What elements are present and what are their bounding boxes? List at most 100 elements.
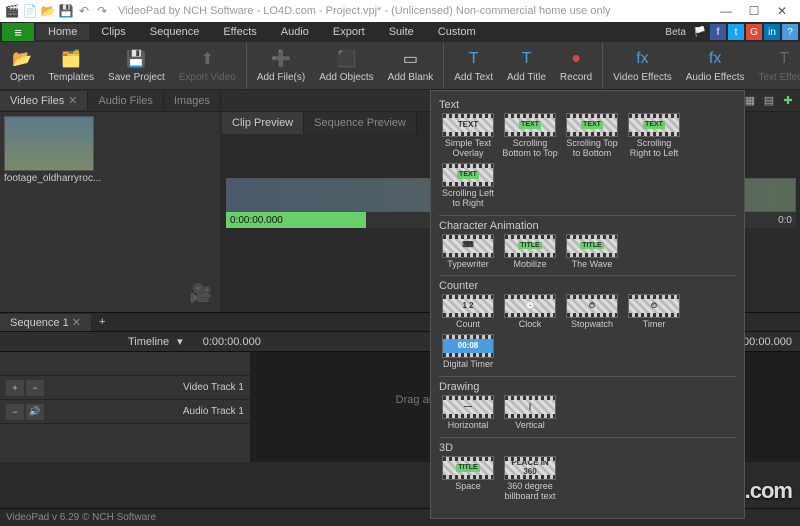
templates-icon: 🗂️ — [60, 48, 82, 70]
clip-thumbnail-label: footage_oldharryroc... — [4, 173, 216, 184]
clip-thumbnail[interactable] — [4, 116, 94, 171]
tab-clips[interactable]: Clips — [89, 24, 137, 40]
export-video-button[interactable]: ⬆Export Video — [173, 44, 242, 87]
dd-digital-timer[interactable]: 00:08Digital Timer — [439, 334, 497, 370]
fx-audio-icon: fx — [704, 48, 726, 70]
tab-home[interactable]: Home — [36, 24, 89, 40]
record-icon: ● — [565, 48, 587, 70]
remove-track-icon[interactable]: − — [26, 380, 44, 396]
text-icon: T — [463, 48, 485, 70]
timeline-label: Timeline — [128, 336, 169, 348]
audio-effects-button[interactable]: fxAudio Effects — [680, 44, 751, 87]
mute-icon[interactable]: − — [6, 404, 24, 420]
add-track-icon[interactable]: + — [6, 380, 24, 396]
twitter-icon[interactable]: t — [728, 24, 744, 40]
close-tab-icon[interactable]: ✕ — [68, 94, 77, 107]
open-button[interactable]: 📂Open — [4, 44, 40, 87]
timeline-dropdown-icon[interactable]: ▾ — [177, 335, 183, 348]
sequence-preview-tab[interactable]: Sequence Preview — [304, 112, 417, 134]
fx-text-icon: T — [773, 48, 795, 70]
dd-simple-text-overlay[interactable]: TEXTSimple Text Overlay — [439, 113, 497, 159]
tab-suite[interactable]: Suite — [377, 24, 426, 40]
dd-space[interactable]: TITLESpace — [439, 456, 497, 502]
dd-section-drawing: Drawing — [439, 381, 736, 393]
camera-icon: 🎥 — [190, 283, 212, 304]
dd-clock[interactable]: 🕒Clock — [501, 294, 559, 330]
linkedin-icon[interactable]: in — [764, 24, 780, 40]
tab-effects[interactable]: Effects — [211, 24, 268, 40]
dd-360-billboard[interactable]: PLACE IN 360360 degree billboard text — [501, 456, 559, 502]
dd-scroll-bottom-top[interactable]: TEXTScrolling Bottom to Top — [501, 113, 559, 159]
export-icon: ⬆ — [196, 48, 218, 70]
clip-preview-tab[interactable]: Clip Preview — [222, 112, 304, 134]
tab-export[interactable]: Export — [321, 24, 377, 40]
blank-icon: ▭ — [399, 48, 421, 70]
add-text-button[interactable]: TAdd Text — [448, 44, 499, 87]
sequence-1-tab[interactable]: Sequence 1 ✕ — [0, 314, 91, 331]
ribbon-toolbar: 📂Open 🗂️Templates 💾Save Project ⬆Export … — [0, 42, 800, 90]
audio-track-1-header[interactable]: −🔊 Audio Track 1 — [0, 400, 250, 424]
tab-custom[interactable]: Custom — [426, 24, 488, 40]
app-icon: 🎬 — [4, 3, 20, 19]
track-headers: +− Video Track 1 −🔊 Audio Track 1 — [0, 352, 250, 462]
add-sequence-button[interactable]: + — [91, 314, 113, 330]
dd-count[interactable]: 1 2Count — [439, 294, 497, 330]
timeline-timestamp: 0:00:00.000 — [203, 336, 261, 348]
video-effects-button[interactable]: fxVideo Effects — [607, 44, 678, 87]
dd-scroll-left-right[interactable]: TEXTScrolling Left to Right — [439, 163, 497, 209]
open-icon[interactable]: 📂 — [40, 3, 56, 19]
close-button[interactable]: ✕ — [768, 0, 796, 22]
dd-typewriter[interactable]: ⌨Typewriter — [439, 234, 497, 270]
beta-label: Beta — [665, 24, 690, 40]
add-objects-button[interactable]: ⬛Add Objects — [313, 44, 379, 87]
menu-bar: ≡ Home Clips Sequence Effects Audio Expo… — [0, 22, 800, 42]
add-files-button[interactable]: ➕Add File(s) — [251, 44, 311, 87]
dd-stopwatch[interactable]: ⏱Stopwatch — [563, 294, 621, 330]
dd-horizontal[interactable]: —Horizontal — [439, 395, 497, 431]
googleplus-icon[interactable]: G — [746, 24, 762, 40]
add-file-icon: ➕ — [270, 48, 292, 70]
ribbon-tabs: Home Clips Sequence Effects Audio Export… — [36, 24, 488, 40]
shapes-icon: ⬛ — [335, 48, 357, 70]
templates-button[interactable]: 🗂️Templates — [42, 44, 100, 87]
save-icon[interactable]: 💾 — [58, 3, 74, 19]
main-menu-button[interactable]: ≡ — [2, 23, 34, 41]
add-text-dropdown: Text TEXTSimple Text Overlay TEXTScrolli… — [430, 90, 745, 519]
redo-icon[interactable]: ↷ — [94, 3, 110, 19]
audio-files-tab[interactable]: Audio Files — [88, 92, 163, 110]
video-files-tab[interactable]: Video Files✕ — [0, 91, 88, 110]
status-text: VideoPad v 6.29 © NCH Software — [6, 512, 156, 523]
dd-the-wave[interactable]: TITLEThe Wave — [563, 234, 621, 270]
video-track-1-header[interactable]: +− Video Track 1 — [0, 376, 250, 400]
images-tab[interactable]: Images — [164, 92, 221, 110]
add-title-button[interactable]: TAdd Title — [501, 44, 552, 87]
record-button[interactable]: ●Record — [554, 44, 598, 87]
scrub-end: 0:0 — [778, 215, 792, 226]
facebook-icon[interactable]: f — [710, 24, 726, 40]
dd-timer[interactable]: ⏲Timer — [625, 294, 683, 330]
save-project-button[interactable]: 💾Save Project — [102, 44, 171, 87]
tab-sequence[interactable]: Sequence — [138, 24, 212, 40]
spacer-row — [0, 352, 250, 376]
text-effects-button[interactable]: TText Effects — [752, 44, 800, 87]
folder-open-icon: 📂 — [11, 48, 33, 70]
dd-mobilize[interactable]: TITLEMobilize — [501, 234, 559, 270]
dd-vertical[interactable]: |Vertical — [501, 395, 559, 431]
minimize-button[interactable]: — — [712, 0, 740, 22]
title-icon: T — [515, 48, 537, 70]
flag-icon[interactable]: 🏳️ — [692, 24, 708, 40]
solo-icon[interactable]: 🔊 — [26, 404, 44, 420]
dd-scroll-right-left[interactable]: TEXTScrolling Right to Left — [625, 113, 683, 159]
grid-view-icon[interactable]: ▤ — [761, 93, 777, 109]
dd-section-text: Text — [439, 99, 736, 111]
dd-scroll-top-bottom[interactable]: TEXTScrolling Top to Bottom — [563, 113, 621, 159]
maximize-button[interactable]: ☐ — [740, 0, 768, 22]
help-icon[interactable]: ? — [782, 24, 798, 40]
add-icon[interactable]: ✚ — [780, 93, 796, 109]
new-icon[interactable]: 📄 — [22, 3, 38, 19]
undo-icon[interactable]: ↶ — [76, 3, 92, 19]
tab-audio[interactable]: Audio — [269, 24, 321, 40]
close-icon[interactable]: ✕ — [72, 317, 81, 329]
file-bin[interactable]: footage_oldharryroc... 🎥 — [0, 112, 220, 312]
add-blank-button[interactable]: ▭Add Blank — [382, 44, 440, 87]
